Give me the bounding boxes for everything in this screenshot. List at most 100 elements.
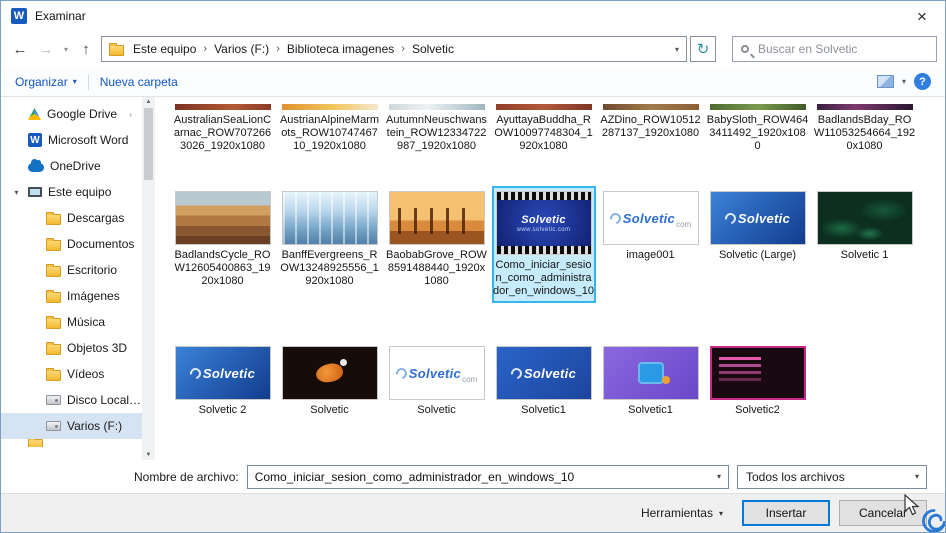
filename-label: Nombre de archivo: <box>134 469 239 484</box>
tools-menu[interactable]: Herramientas ▾ <box>641 506 723 520</box>
search-box[interactable] <box>732 36 937 62</box>
chevron-down-icon[interactable]: ▾ <box>710 472 728 481</box>
file-name: BaobabGrove_ROW8591488440_1920x1080 <box>386 249 487 287</box>
sidebar: Google Drive › W Microsoft Word OneDrive ▾ Est… <box>1 97 142 460</box>
filetype-combobox[interactable]: Todos los archivos ▾ <box>737 464 927 489</box>
change-view-icon[interactable] <box>876 75 894 88</box>
file-name: Solvetic (Large) <box>718 249 797 261</box>
file-item[interactable]: BaobabGrove_ROW8591488440_1920x1080 <box>385 186 489 293</box>
organize-label: Organizar <box>15 74 68 89</box>
breadcrumb-item-solvetic[interactable]: Solvetic <box>409 42 457 56</box>
breadcrumb-item-varios-f[interactable]: Varios (F:) <box>211 42 272 56</box>
address-bar[interactable]: Este equipo › Varios (F:) › Biblioteca image… <box>101 36 687 62</box>
file-item[interactable]: Solvetic Solvetic (Large) <box>706 186 810 267</box>
file-thumbnail: Solvetic <box>709 191 806 245</box>
forward-button[interactable]: → <box>35 41 57 58</box>
sidebar-item-onedrive[interactable]: OneDrive <box>1 153 142 179</box>
toolbar-divider <box>87 73 89 90</box>
recent-locations-dropdown-icon[interactable]: ▾ <box>61 45 71 54</box>
file-item[interactable]: Solvetic www.solvetic.com Como_iniciar_ses… <box>491 186 596 303</box>
refresh-icon[interactable]: ↻ <box>690 36 716 62</box>
filename-combobox[interactable]: ▾ <box>246 464 729 489</box>
sidebar-item-google-drive[interactable]: Google Drive › <box>1 101 142 127</box>
file-item[interactable]: BabySloth_ROW4643411492_1920x1080 <box>706 99 810 158</box>
file-item[interactable]: Solvetic Solvetic1 <box>492 341 596 422</box>
sidebar-item-escritorio[interactable]: Escritorio <box>1 257 142 283</box>
sidebar-item-v-deos[interactable]: Vídeos <box>1 361 142 387</box>
close-icon[interactable]: × <box>909 8 935 25</box>
sidebar-item-microsoft-word[interactable]: W Microsoft Word <box>1 127 142 153</box>
breadcrumb-item-biblioteca-imagenes[interactable]: Biblioteca imagenes <box>284 42 397 56</box>
breadcrumb-separator-icon[interactable]: › <box>199 43 211 55</box>
file-row-2: BadlandsCycle_ROW12605400863_1920x1080 Ba… <box>169 186 945 303</box>
chevron-down-icon[interactable]: ▾ <box>11 188 22 197</box>
new-folder-label: Nueva carpeta <box>99 74 178 89</box>
solvetic-swirl-icon <box>187 365 204 381</box>
file-item[interactable]: AustrianAlpineMarmots_ROW1074746710_1920… <box>278 99 382 158</box>
navigation-bar: ← → ▾ ↑ Este equipo › Varios (F:) › Bibliote… <box>1 31 945 67</box>
file-item[interactable]: Solvetic com Solvetic <box>385 341 489 422</box>
solvetic-swirl-icon <box>722 210 739 226</box>
file-item[interactable]: Solvetic <box>278 341 382 422</box>
file-name: Solvetic <box>310 404 349 416</box>
file-name: Como_iniciar_sesion_como_administrador_e… <box>493 259 594 297</box>
filename-row: Nombre de archivo: ▾ Todos los archivos … <box>1 460 945 493</box>
filename-input[interactable] <box>247 469 710 484</box>
folder-icon <box>46 315 61 329</box>
scroll-up-icon[interactable]: ▲ <box>146 99 152 105</box>
view-dropdown-icon[interactable]: ▾ <box>902 77 906 86</box>
file-name: AustrianAlpineMarmots_ROW1074746710_1920… <box>279 114 380 152</box>
sidebar-item-disco-local-c[interactable]: Disco Local (C:) <box>1 387 142 413</box>
sidebar-item-partial[interactable] <box>1 439 142 447</box>
file-name: Solvetic1 <box>628 404 673 416</box>
help-icon[interactable]: ? <box>914 73 931 90</box>
sidebar-item-objetos-3d[interactable]: Objetos 3D <box>1 335 142 361</box>
sidebar-scrollbar[interactable]: ▲ ▼ <box>142 97 155 460</box>
chevron-down-icon[interactable]: ▾ <box>908 472 926 481</box>
file-name: AZDino_ROW10512287137_1920x1080 <box>600 114 701 139</box>
address-dropdown-icon[interactable]: ▾ <box>675 45 679 54</box>
sidebar-item-varios-f[interactable]: Varios (F:) <box>1 413 142 439</box>
file-item[interactable]: AyuttayaBuddha_ROW10097748304_1920x1080 <box>492 99 596 158</box>
breadcrumb-separator-icon[interactable]: › <box>397 43 409 55</box>
file-item[interactable]: AZDino_ROW10512287137_1920x1080 <box>599 99 703 145</box>
file-item[interactable]: AustralianSeaLionCarnac_ROW7072663026_19… <box>171 99 275 158</box>
file-thumbnail <box>709 346 806 400</box>
file-thumbnail <box>816 191 913 245</box>
file-item[interactable]: Solvetic1 <box>599 341 703 422</box>
scrollbar-thumb[interactable] <box>144 108 153 180</box>
file-item[interactable]: Solvetic Solvetic 2 <box>171 341 275 422</box>
search-input[interactable] <box>756 41 928 57</box>
file-item[interactable]: AutumnNeuschwanstein_ROW12334722987_1920… <box>385 99 489 158</box>
organize-menu[interactable]: Organizar ▾ <box>15 75 77 89</box>
sidebar-item-descargas[interactable]: Descargas <box>1 205 142 231</box>
cloud-icon <box>28 159 44 172</box>
sidebar-item-label: Varios (F:) <box>67 419 123 433</box>
sidebar-item-documentos[interactable]: Documentos <box>1 231 142 257</box>
sidebar-item-im-genes[interactable]: Imágenes <box>1 283 142 309</box>
chevron-right-icon[interactable]: › <box>125 110 136 119</box>
sidebar-item-label: Disco Local (C:) <box>67 393 142 407</box>
file-thumbnail <box>388 104 485 110</box>
folder-icon <box>46 289 61 303</box>
back-button[interactable]: ← <box>9 41 31 58</box>
file-item[interactable]: BadlandsCycle_ROW12605400863_1920x1080 <box>171 186 275 293</box>
insert-button[interactable]: Insertar <box>742 500 830 526</box>
file-item[interactable]: Solvetic2 <box>706 341 810 422</box>
breadcrumb-separator-icon[interactable]: › <box>272 43 284 55</box>
scroll-down-icon[interactable]: ▼ <box>146 452 152 458</box>
sidebar-item-este-equipo[interactable]: ▾ Este equipo <box>1 179 142 205</box>
file-thumbnail: Solvetic com <box>388 346 485 400</box>
breadcrumb-item-este-equipo[interactable]: Este equipo <box>130 42 199 56</box>
file-thumbnail: Solvetic com <box>602 191 699 245</box>
new-folder-button[interactable]: Nueva carpeta <box>100 75 178 89</box>
word-icon: W <box>11 8 27 24</box>
search-icon <box>741 45 749 53</box>
file-item[interactable]: Solvetic 1 <box>813 186 917 267</box>
file-item[interactable]: BadlandsBday_ROW11053254664_1920x1080 <box>813 99 917 158</box>
file-item[interactable]: Solvetic com image001 <box>599 186 703 267</box>
file-item[interactable]: BanffEvergreens_ROW13248925556_1920x1080 <box>278 186 382 293</box>
sidebar-item-m-sica[interactable]: Música <box>1 309 142 335</box>
up-button[interactable]: ↑ <box>75 41 97 58</box>
file-thumbnail <box>388 191 485 245</box>
